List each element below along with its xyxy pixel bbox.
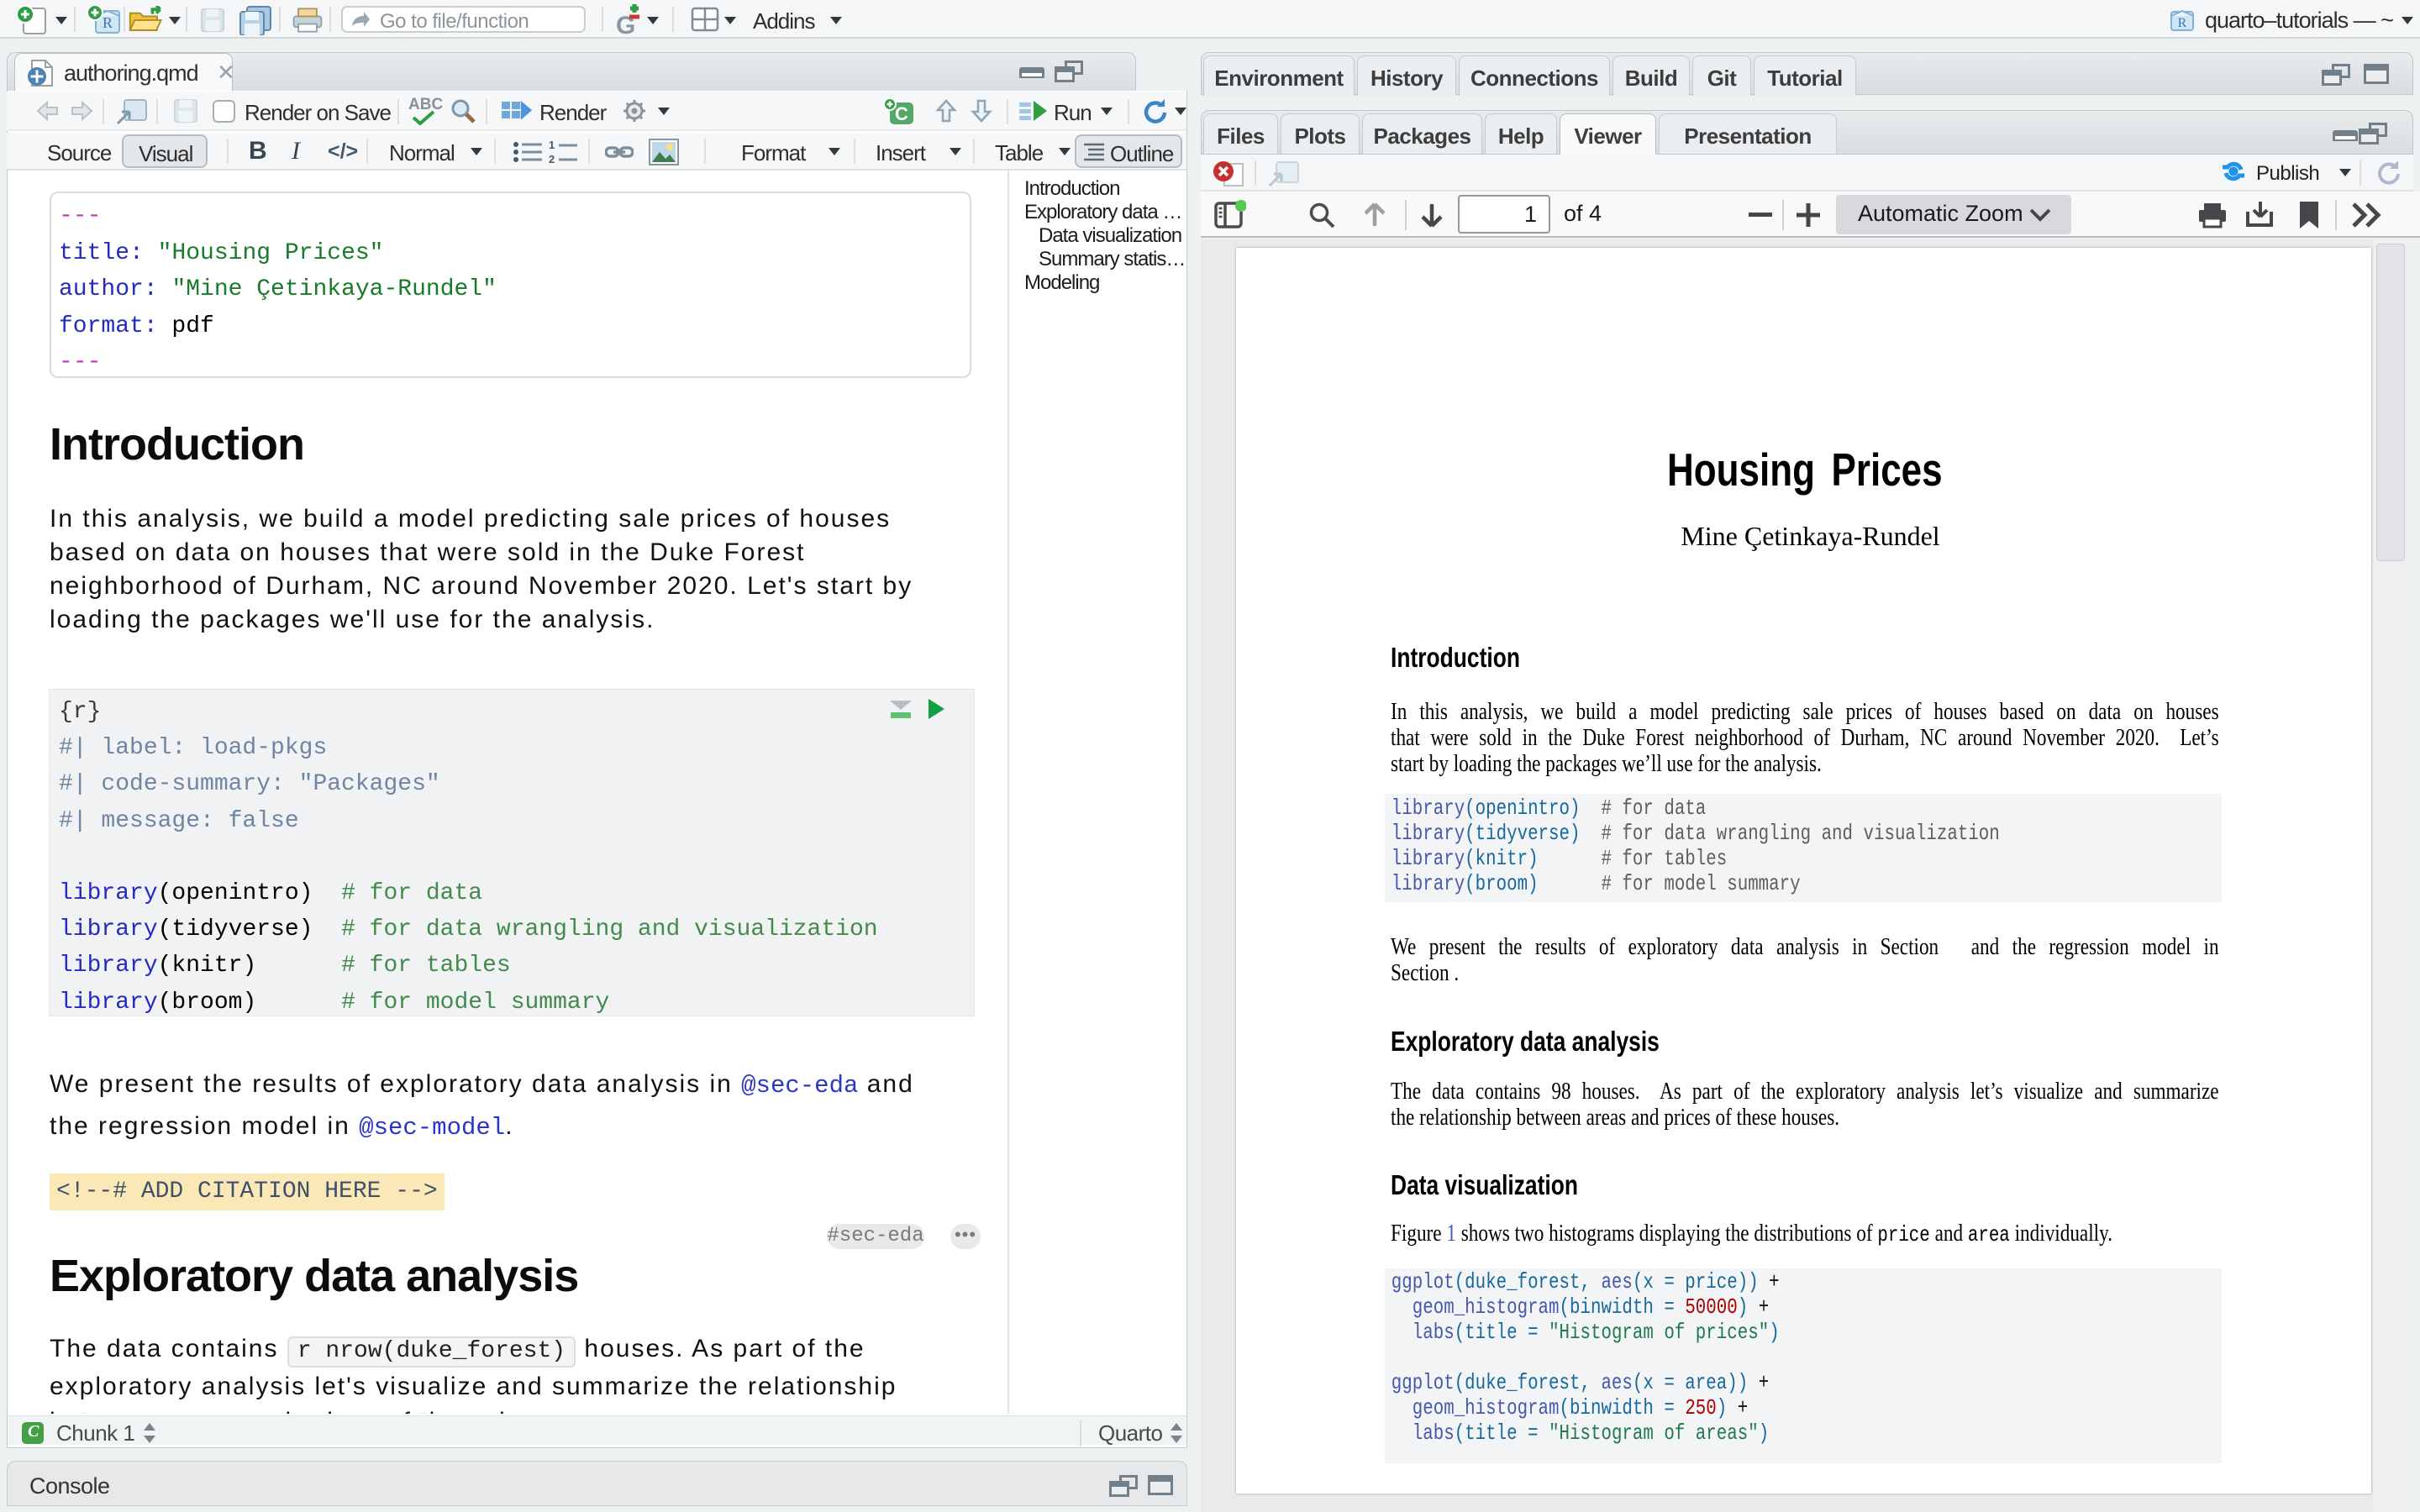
svg-text:1: 1 <box>549 140 555 151</box>
svg-text:C: C <box>895 103 908 124</box>
svg-text:R: R <box>2178 16 2187 30</box>
svg-text:R: R <box>103 14 113 31</box>
svg-text:2: 2 <box>549 153 555 164</box>
